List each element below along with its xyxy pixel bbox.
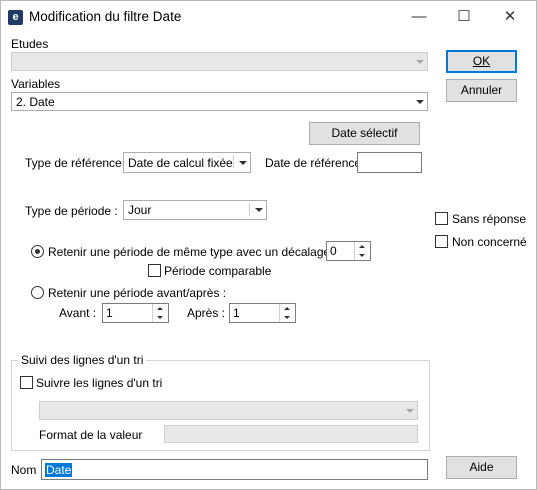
avant-apres-label: Retenir une période avant/après : bbox=[48, 286, 227, 300]
spin-down-icon[interactable] bbox=[355, 251, 370, 260]
ok-button[interactable]: OK bbox=[446, 50, 517, 73]
variables-value: 2. Date bbox=[16, 95, 55, 109]
non-concerne-checkbox[interactable] bbox=[435, 235, 448, 248]
chevron-down-icon[interactable] bbox=[411, 93, 427, 110]
chevron-down-icon bbox=[401, 402, 417, 419]
suivre-lignes-checkbox[interactable] bbox=[20, 376, 33, 389]
chevron-down-icon bbox=[411, 53, 427, 70]
suivre-lignes-label: Suivre les lignes d'un tri bbox=[36, 376, 163, 390]
apres-label: Après : bbox=[187, 306, 226, 320]
spin-down-icon[interactable] bbox=[280, 313, 295, 322]
variables-combo[interactable]: 2. Date bbox=[11, 92, 428, 111]
suivi-group-title: Suivi des lignes d'un tri bbox=[18, 353, 147, 367]
dialog-window: e Modification du filtre Date — ☐ ✕ Etud… bbox=[0, 0, 537, 490]
minimize-icon[interactable]: — bbox=[396, 1, 442, 33]
nom-value: Date bbox=[45, 463, 73, 477]
nom-input[interactable]: Date bbox=[41, 459, 428, 480]
etudes-combo bbox=[11, 52, 428, 71]
sans-reponse-label: Sans réponse bbox=[452, 212, 527, 226]
spin-up-icon[interactable] bbox=[280, 304, 295, 313]
type-periode-value: Jour bbox=[128, 203, 152, 217]
avant-spinner[interactable]: 1 bbox=[102, 303, 169, 323]
variables-label: Variables bbox=[11, 77, 61, 91]
app-logo-icon: e bbox=[8, 10, 23, 25]
spin-up-icon[interactable] bbox=[153, 304, 168, 313]
avant-value: 1 bbox=[106, 306, 113, 320]
type-reference-combo[interactable]: Date de calcul fixée bbox=[123, 152, 251, 173]
avant-label: Avant : bbox=[59, 306, 97, 320]
apres-spinner[interactable]: 1 bbox=[229, 303, 296, 323]
spin-down-icon[interactable] bbox=[153, 313, 168, 322]
window-title: Modification du filtre Date bbox=[29, 9, 182, 24]
chevron-down-icon[interactable] bbox=[250, 201, 266, 218]
date-reference-input[interactable] bbox=[357, 152, 422, 173]
type-reference-label: Type de référence : bbox=[25, 156, 129, 170]
close-icon[interactable]: ✕ bbox=[487, 1, 533, 33]
type-periode-combo[interactable]: Jour bbox=[123, 200, 267, 220]
decalage-label: Retenir une période de même type avec un… bbox=[48, 245, 354, 259]
date-reference-label: Date de référence bbox=[265, 156, 362, 170]
type-reference-value: Date de calcul fixée bbox=[128, 156, 233, 170]
etudes-label: Etudes bbox=[11, 37, 49, 51]
aide-button[interactable]: Aide bbox=[446, 456, 517, 479]
spinner-buttons bbox=[152, 304, 168, 322]
tri-combo bbox=[39, 401, 418, 420]
periode-comparable-checkbox[interactable] bbox=[148, 264, 161, 277]
chevron-down-icon[interactable] bbox=[234, 154, 250, 171]
date-selectif-button[interactable]: Date sélectif bbox=[309, 122, 420, 145]
nom-label: Nom bbox=[11, 463, 37, 477]
decalage-spinner[interactable]: 0 bbox=[326, 241, 371, 261]
decalage-value: 0 bbox=[330, 244, 337, 258]
non-concerne-label: Non concerné bbox=[452, 235, 527, 249]
spinner-buttons bbox=[279, 304, 295, 322]
avant-apres-radio[interactable] bbox=[31, 286, 44, 299]
apres-value: 1 bbox=[233, 306, 240, 320]
spin-up-icon[interactable] bbox=[355, 242, 370, 251]
periode-comparable-label: Période comparable bbox=[164, 264, 272, 278]
type-periode-label: Type de période : bbox=[25, 204, 118, 218]
sans-reponse-checkbox[interactable] bbox=[435, 212, 448, 225]
annuler-button[interactable]: Annuler bbox=[446, 79, 517, 102]
spinner-buttons bbox=[354, 242, 370, 260]
format-valeur-label: Format de la valeur bbox=[39, 428, 143, 442]
format-valeur-input bbox=[164, 425, 418, 443]
decalage-radio[interactable] bbox=[31, 245, 44, 258]
title-bar: e Modification du filtre Date — ☐ ✕ bbox=[1, 1, 536, 33]
maximize-icon[interactable]: ☐ bbox=[441, 1, 487, 33]
